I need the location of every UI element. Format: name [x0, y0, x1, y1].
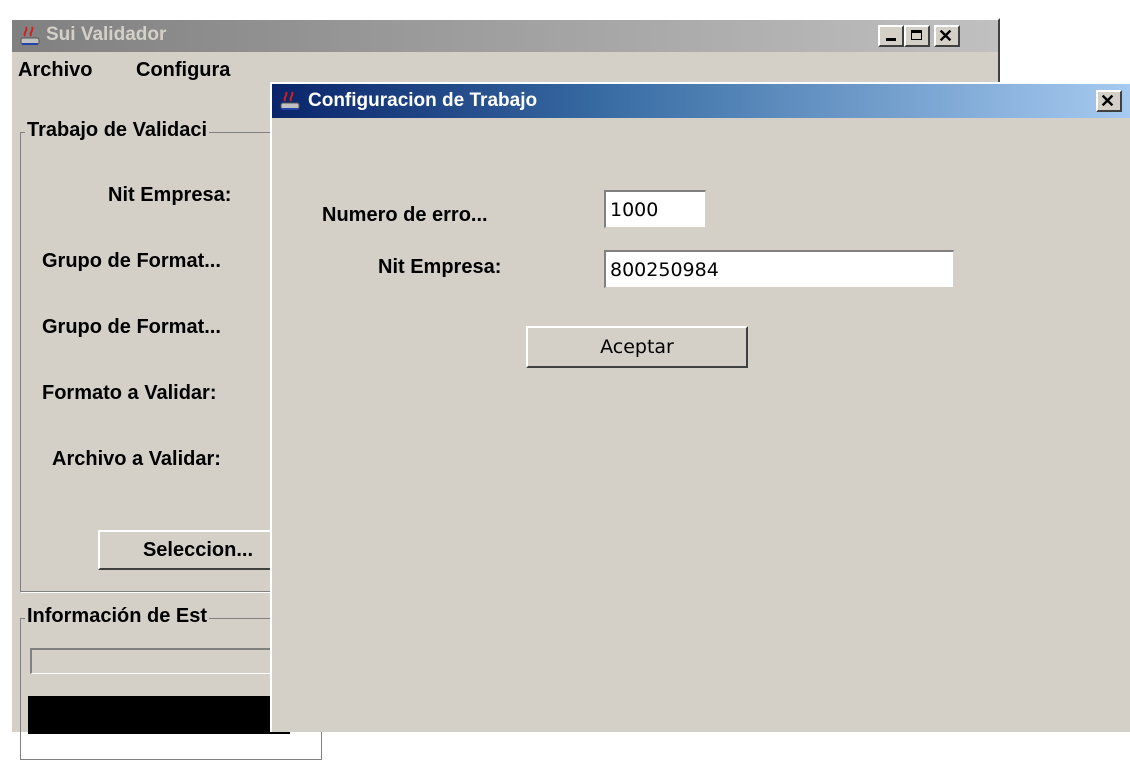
- label-nit-empresa: Nit Empresa:: [108, 184, 232, 206]
- label-formato-validar: Formato a Validar:: [42, 382, 217, 404]
- menu-configuracion[interactable]: Configura: [136, 59, 230, 82]
- log-output-area[interactable]: [28, 696, 290, 734]
- label-archivo-validar: Archivo a Validar:: [52, 448, 221, 470]
- label-grupo-formato-1: Grupo de Format...: [42, 250, 221, 272]
- configuracion-dialog: Configuracion de Trabajo ✕ Numero de err…: [270, 82, 1130, 732]
- menu-archivo[interactable]: Archivo: [18, 59, 92, 82]
- main-title-bar[interactable]: Sui Validador ✕: [12, 20, 998, 52]
- aceptar-button[interactable]: Aceptar: [526, 326, 748, 368]
- java-app-icon: [278, 89, 302, 118]
- main-window-title: Sui Validador: [46, 24, 167, 45]
- work-group-title: Trabajo de Validaci: [25, 119, 210, 142]
- main-close-button[interactable]: ✕: [934, 25, 960, 47]
- maximize-button[interactable]: [904, 25, 930, 47]
- status-group-title: Información de Est: [25, 605, 210, 628]
- seleccionar-button[interactable]: Seleccion...: [98, 530, 298, 570]
- nit-empresa-input[interactable]: [604, 250, 954, 288]
- java-app-icon: [18, 24, 42, 53]
- dialog-close-button[interactable]: ✕: [1096, 90, 1122, 112]
- minimize-button[interactable]: [878, 25, 904, 47]
- label-nit-empresa-dialog: Nit Empresa:: [378, 256, 502, 278]
- numero-errores-input[interactable]: [604, 190, 706, 228]
- label-numero-errores: Numero de erro...: [322, 204, 488, 226]
- close-icon: ✕: [1100, 91, 1116, 111]
- dialog-title: Configuracion de Trabajo: [308, 90, 538, 111]
- dialog-title-bar[interactable]: Configuracion de Trabajo ✕: [272, 84, 1130, 118]
- label-grupo-formato-2: Grupo de Format...: [42, 316, 221, 338]
- progress-bar: [30, 648, 290, 674]
- close-icon: ✕: [938, 26, 954, 46]
- minimize-icon: [886, 38, 896, 41]
- maximize-icon: [911, 30, 922, 40]
